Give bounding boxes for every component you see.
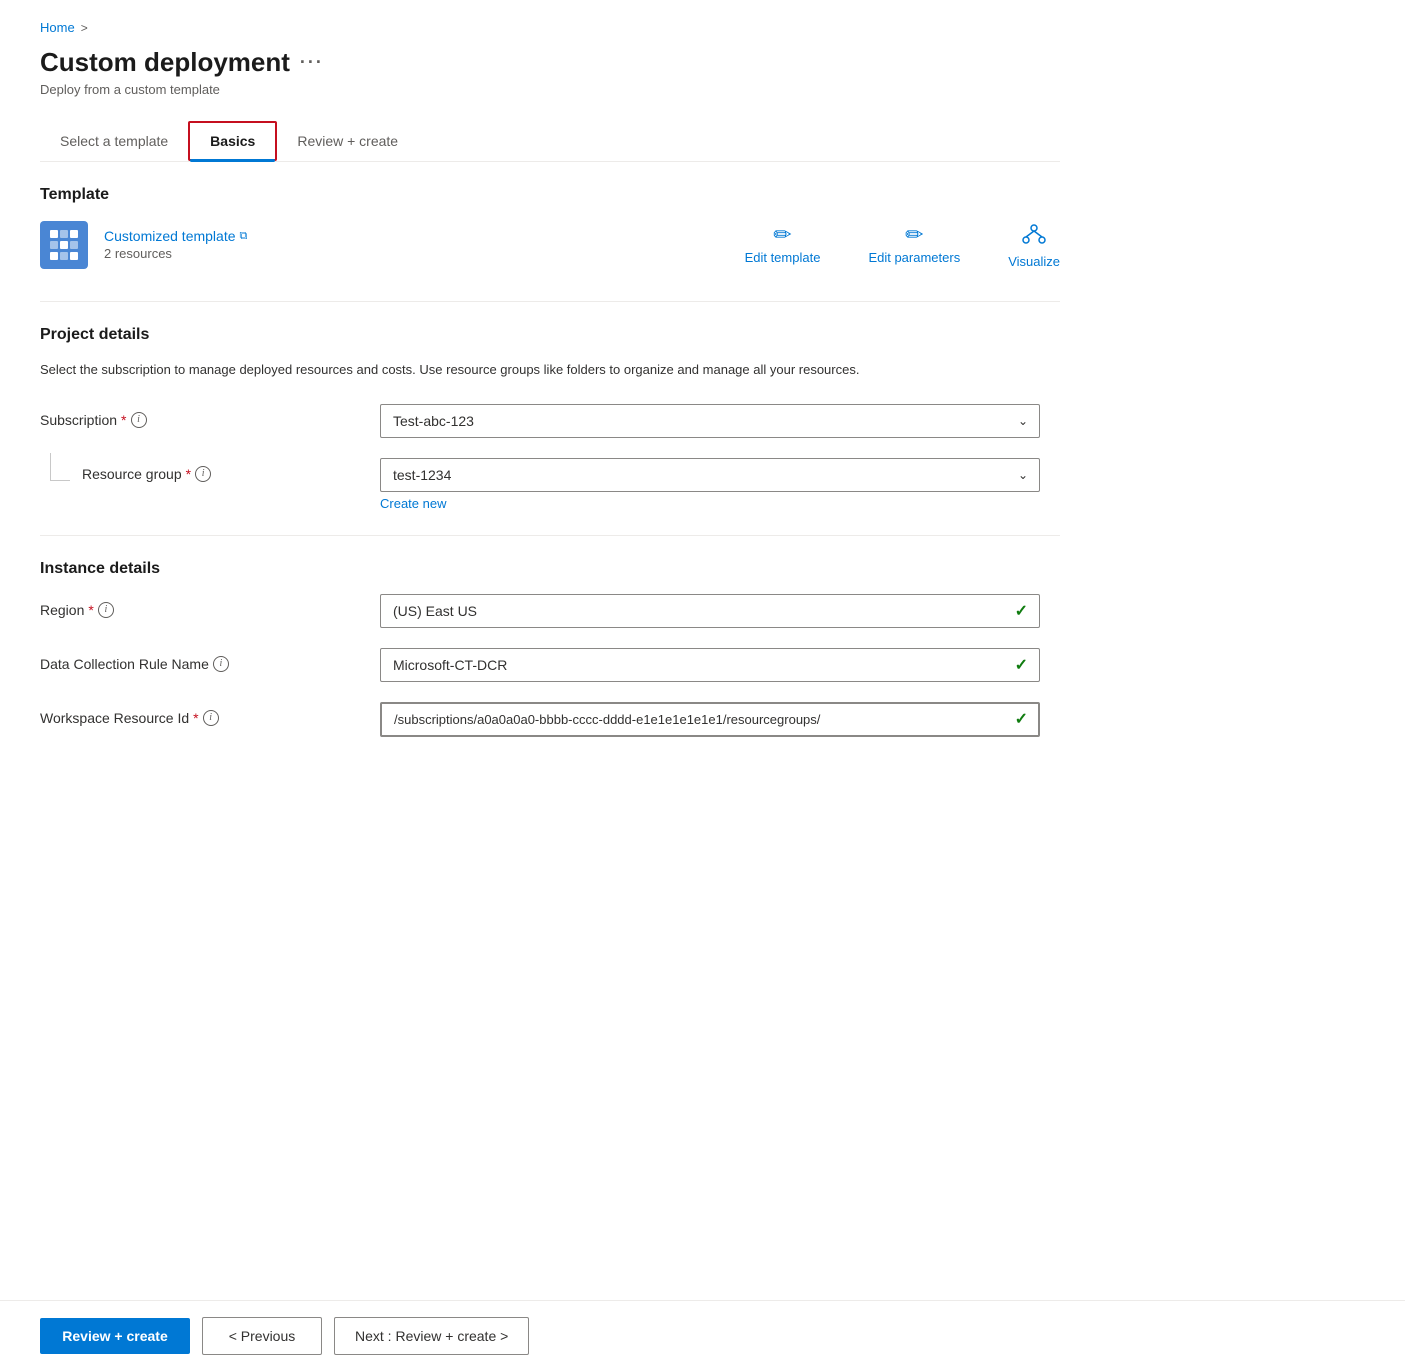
visualize-button[interactable]: Visualize: [1008, 220, 1060, 269]
workspace-resource-id-required: *: [193, 710, 198, 726]
data-collection-rule-label: Data Collection Rule Name i: [40, 648, 380, 672]
resource-group-select[interactable]: test-1234: [380, 458, 1040, 492]
resource-group-row: Resource group * i test-1234 ⌄ Create ne…: [40, 458, 1060, 511]
resource-group-select-wrapper: test-1234 ⌄: [380, 458, 1040, 492]
project-details-description: Select the subscription to manage deploy…: [40, 360, 1060, 380]
subscription-row: Subscription * i Test-abc-123 ⌄: [40, 404, 1060, 438]
data-collection-rule-select[interactable]: Microsoft-CT-DCR: [380, 648, 1040, 682]
visualize-icon: [1021, 220, 1047, 250]
region-required: *: [88, 602, 93, 618]
tab-select-template[interactable]: Select a template: [40, 123, 188, 159]
subscription-select-wrapper: Test-abc-123 ⌄: [380, 404, 1040, 438]
region-select-wrapper: (US) East US ✓: [380, 594, 1040, 628]
tabs-container: Select a template Basics Review + create: [40, 121, 1060, 162]
rg-indent: [40, 467, 70, 481]
edit-parameters-icon: ✏: [905, 224, 923, 246]
workspace-resource-id-info-icon[interactable]: i: [203, 710, 219, 726]
project-details-section: Project details Select the subscription …: [40, 326, 1060, 511]
edit-parameters-button[interactable]: ✏ Edit parameters: [868, 224, 960, 265]
resource-group-control: test-1234 ⌄ Create new: [380, 458, 1040, 511]
tab-basics[interactable]: Basics: [188, 121, 277, 161]
subscription-info-icon[interactable]: i: [131, 412, 147, 428]
workspace-resource-id-label: Workspace Resource Id * i: [40, 702, 380, 726]
region-row: Region * i (US) East US ✓: [40, 594, 1060, 628]
data-collection-rule-select-wrapper: Microsoft-CT-DCR ✓: [380, 648, 1040, 682]
edit-template-icon: ✏: [773, 224, 791, 246]
breadcrumb: Home >: [40, 20, 1060, 35]
template-name-link[interactable]: Customized template ⧉: [104, 228, 247, 244]
page-title-container: Custom deployment ···: [40, 47, 1060, 78]
external-link-icon: ⧉: [240, 230, 248, 243]
page-title: Custom deployment: [40, 47, 290, 78]
data-collection-rule-control: Microsoft-CT-DCR ✓: [380, 648, 1040, 682]
instance-details-title: Instance details: [40, 560, 1060, 578]
rg-corner-decoration: [50, 453, 70, 481]
workspace-resource-id-input-wrapper: ✓: [380, 702, 1040, 737]
subscription-select[interactable]: Test-abc-123: [380, 404, 1040, 438]
subscription-control: Test-abc-123 ⌄: [380, 404, 1040, 438]
template-resources: 2 resources: [104, 246, 247, 261]
template-section: Template: [40, 186, 1060, 269]
template-text-block: Customized template ⧉ 2 resources: [104, 228, 247, 261]
resource-group-label: Resource group: [82, 466, 182, 482]
workspace-resource-id-control: ✓: [380, 702, 1040, 737]
region-info-icon[interactable]: i: [98, 602, 114, 618]
review-create-button[interactable]: Review + create: [40, 1318, 190, 1354]
region-select[interactable]: (US) East US: [380, 594, 1040, 628]
page-footer: Review + create < Previous Next : Review…: [0, 1300, 1405, 1371]
subscription-required: *: [121, 412, 126, 428]
create-new-link[interactable]: Create new: [380, 496, 446, 511]
page-menu-dots[interactable]: ···: [300, 52, 324, 73]
breadcrumb-separator: >: [81, 21, 88, 35]
resource-group-required: *: [186, 466, 191, 482]
region-control: (US) East US ✓: [380, 594, 1040, 628]
template-icon: [40, 221, 88, 269]
resource-group-info-icon[interactable]: i: [195, 466, 211, 482]
data-collection-rule-info-icon[interactable]: i: [213, 656, 229, 672]
region-label: Region * i: [40, 594, 380, 618]
next-button[interactable]: Next : Review + create >: [334, 1317, 529, 1355]
workspace-resource-id-input[interactable]: [380, 702, 1040, 737]
previous-button[interactable]: < Previous: [202, 1317, 322, 1355]
template-section-title: Template: [40, 186, 1060, 204]
resource-group-label-wrap: Resource group * i: [40, 458, 380, 482]
template-actions: ✏ Edit template ✏ Edit parameters: [745, 220, 1060, 269]
breadcrumb-home[interactable]: Home: [40, 20, 75, 35]
edit-template-button[interactable]: ✏ Edit template: [745, 224, 821, 265]
project-details-title: Project details: [40, 326, 1060, 344]
data-collection-rule-row: Data Collection Rule Name i Microsoft-CT…: [40, 648, 1060, 682]
subscription-label: Subscription * i: [40, 404, 380, 428]
workspace-resource-id-row: Workspace Resource Id * i ✓: [40, 702, 1060, 737]
page-subtitle: Deploy from a custom template: [40, 82, 1060, 97]
template-info: Customized template ⧉ 2 resources ✏ Edit…: [40, 220, 1060, 269]
tab-review-create[interactable]: Review + create: [277, 123, 418, 159]
instance-details-section: Instance details Region * i (US) East US…: [40, 560, 1060, 737]
